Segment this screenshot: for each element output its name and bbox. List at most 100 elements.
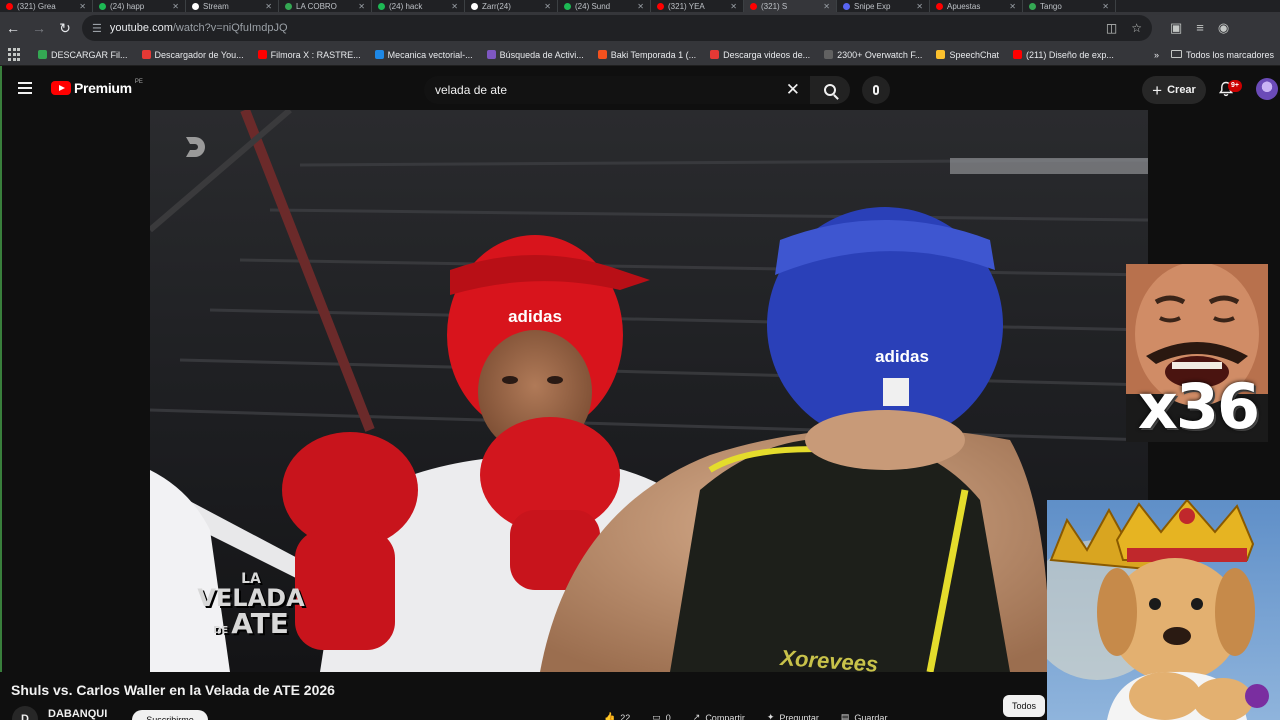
browser-tab[interactable]: LA COBRO ✕ [279,0,372,12]
cast-icon[interactable]: ◫ [1106,21,1117,35]
profile-icon[interactable]: ◉ [1218,20,1229,36]
bookmark-item[interactable]: Mecanica vectorial-... [374,50,473,60]
url-path: /watch?v=niQfuImdpJQ [172,22,288,34]
tab-favicon-icon [936,2,943,10]
browser-tab[interactable]: Apuestas ✕ [930,0,1023,12]
browser-tab[interactable]: (321) Grea ✕ [0,0,93,12]
helmet-brand-label: adidas [875,347,929,366]
tab-close-icon[interactable]: ✕ [637,2,644,11]
reading-list-icon[interactable]: ≡ [1196,20,1204,36]
all-bookmarks-label: Todos los marcadores [1185,49,1274,60]
bookmark-item[interactable]: Baki Temporada 1 (... [597,50,696,60]
bookmark-item[interactable]: Filmora X : RASTRE... [257,49,361,60]
bookmark-item[interactable]: Búsqueda de Activi... [486,50,584,60]
action-sparkle-button[interactable]: ✦ Preguntar [767,712,819,720]
tab-close-icon[interactable]: ✕ [1009,2,1016,11]
tab-close-icon[interactable]: ✕ [172,2,179,11]
site-info-icon[interactable]: ☰ [92,22,102,35]
create-button[interactable]: + Crear [1142,76,1206,104]
tab-close-icon[interactable]: ✕ [451,2,458,11]
bookmark-item[interactable]: Descarga videos de... [710,50,810,60]
tab-title: Apuestas [947,1,981,11]
bookmark-item[interactable]: Descargador de You... [141,50,244,60]
sparkle-icon: ✦ [766,712,775,720]
bookmark-item[interactable]: 2300+ Overwatch F... [824,50,922,60]
apps-grid-icon[interactable] [8,47,22,62]
microphone-icon [873,85,879,95]
tab-close-icon[interactable]: ✕ [358,2,365,11]
logo-text: Premium [74,80,132,96]
tab-close-icon[interactable]: ✕ [730,2,737,11]
subscribe-button[interactable]: Suscribirme [132,710,208,720]
browser-tab[interactable]: (321) YEA ✕ [651,0,744,12]
voice-search-button[interactable] [862,76,890,104]
bookmark-favicon-icon [141,50,151,59]
bookmark-item[interactable]: (211) Diseño de exp... [1012,49,1114,60]
tab-favicon-icon [378,2,385,10]
forward-icon[interactable]: → [26,15,52,41]
all-bookmarks-folder[interactable]: Todos los marcadores [1170,49,1274,60]
search-icon [824,84,836,96]
like-icon: 👍 [604,712,616,720]
browser-tab[interactable]: Stream ✕ [186,0,279,12]
youtube-premium-logo[interactable]: Premium PE [51,79,143,96]
address-bar[interactable]: ☰ youtube.com/watch?v=niQfuImdpJQ ◫ ☆ [82,15,1152,41]
tab-close-icon[interactable]: ✕ [1102,2,1109,11]
action-comment-button[interactable]: ▭ 0 [652,712,671,720]
browser-tab[interactable]: (24) Sund ✕ [558,0,651,12]
tab-favicon-icon [843,2,850,10]
headgear-brand-label: adidas [508,307,562,326]
bookmark-item[interactable]: DESCARGAR Fil... [38,50,128,60]
browser-tab[interactable]: Snipe Exp ✕ [837,0,930,12]
logo-line-de: DE [213,625,229,636]
channel-avatar[interactable]: D [12,706,38,720]
filter-chip-all[interactable]: Todos [1003,695,1045,717]
video-player[interactable]: adidas Xorevees adidas LA VELADA DE ATE [150,110,1148,672]
search-button[interactable] [810,76,850,104]
bookmark-label: DESCARGAR Fil... [51,49,128,60]
action-label: 22 [620,712,631,720]
share-icon: ↗ [692,712,701,720]
browser-tab[interactable]: (24) happ ✕ [93,0,186,12]
back-icon[interactable]: ← [0,15,26,41]
bookmark-label: (211) Diseño de exp... [1025,49,1114,60]
search-input[interactable]: velada de ate ✕ [424,76,810,104]
bookmark-item[interactable]: SpeechChat [936,50,999,60]
tab-close-icon[interactable]: ✕ [79,2,86,11]
browser-tab[interactable]: (321) S ✕ [744,0,837,12]
more-bookmarks-icon[interactable]: » [1154,50,1159,60]
action-label: Guardar [854,712,888,720]
tab-favicon-icon [285,2,292,10]
bookmark-favicon-icon [38,50,47,59]
bookmark-star-icon[interactable]: ☆ [1131,21,1142,35]
clear-search-icon[interactable]: ✕ [786,80,800,100]
tab-favicon-icon [657,2,664,10]
extensions-icon[interactable]: ▣ [1170,20,1182,36]
tab-close-icon[interactable]: ✕ [544,2,551,11]
tab-title: (321) Grea [17,1,56,11]
reload-icon[interactable]: ↻ [52,15,78,41]
menu-icon[interactable] [18,82,32,94]
tab-close-icon[interactable]: ✕ [265,2,272,11]
tab-favicon-icon [99,2,106,10]
account-avatar[interactable] [1256,78,1278,100]
url-host: youtube.com [109,22,173,34]
screen: (321) Grea ✕ (24) happ ✕ Stream ✕ LA COBRO ✕ (24… [0,0,1280,720]
action-like-button[interactable]: 👍 22 [604,712,630,720]
action-label: Preguntar [779,712,819,720]
action-save-button[interactable]: ▤ Guardar [841,712,888,720]
velada-de-ate-logo: LA VELADA DE ATE [196,572,306,638]
bookmark-favicon-icon [486,50,496,59]
channel-name[interactable]: DABANQUI [48,708,107,720]
browser-tab[interactable]: (24) hack ✕ [372,0,465,12]
tab-close-icon[interactable]: ✕ [916,2,923,11]
combo-counter: x36 [1137,370,1260,443]
video-actions: 👍 22 ▭ 0 ↗ Compartir ✦ Preguntar ▤ Guardar [604,712,887,720]
action-share-button[interactable]: ↗ Compartir [693,712,745,720]
tab-close-icon[interactable]: ✕ [823,2,830,11]
browser-tab[interactable]: Tango ✕ [1023,0,1116,12]
action-label: Compartir [705,712,745,720]
browser-tab-strip: (321) Grea ✕ (24) happ ✕ Stream ✕ LA COBRO ✕ (24… [0,0,1280,12]
bookmark-label: Filmora X : RASTRE... [270,49,361,60]
browser-tab[interactable]: Zarr(24) ✕ [465,0,558,12]
